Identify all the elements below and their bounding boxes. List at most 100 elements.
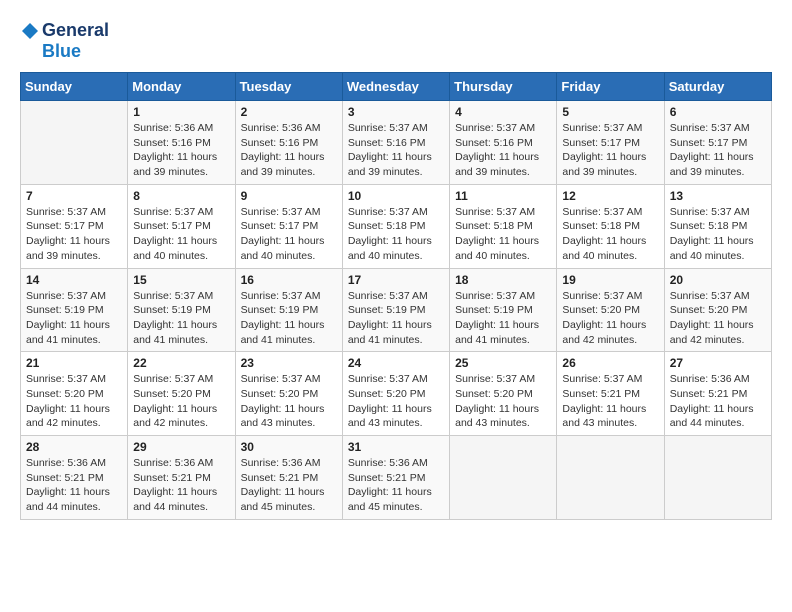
cell-content: Sunrise: 5:37 AM Sunset: 5:18 PM Dayligh… [455, 205, 551, 264]
cell-content: Sunrise: 5:36 AM Sunset: 5:16 PM Dayligh… [133, 121, 229, 180]
daylight-text: Daylight: 11 hours and 41 minutes. [348, 318, 444, 347]
daylight-text: Daylight: 11 hours and 41 minutes. [241, 318, 337, 347]
daylight-text: Daylight: 11 hours and 40 minutes. [133, 234, 229, 263]
daylight-text: Daylight: 11 hours and 44 minutes. [26, 485, 122, 514]
calendar-week-row: 28 Sunrise: 5:36 AM Sunset: 5:21 PM Dayl… [21, 436, 772, 520]
daylight-text: Daylight: 11 hours and 39 minutes. [670, 150, 766, 179]
sunset-text: Sunset: 5:20 PM [455, 387, 551, 402]
day-number: 24 [348, 356, 444, 370]
cell-content: Sunrise: 5:37 AM Sunset: 5:19 PM Dayligh… [133, 289, 229, 348]
sunset-text: Sunset: 5:21 PM [26, 471, 122, 486]
sunset-text: Sunset: 5:21 PM [133, 471, 229, 486]
day-number: 28 [26, 440, 122, 454]
daylight-text: Daylight: 11 hours and 39 minutes. [348, 150, 444, 179]
daylight-text: Daylight: 11 hours and 39 minutes. [562, 150, 658, 179]
logo: General Blue [20, 20, 109, 62]
sunset-text: Sunset: 5:20 PM [562, 303, 658, 318]
calendar-cell: 6 Sunrise: 5:37 AM Sunset: 5:17 PM Dayli… [664, 101, 771, 185]
sunset-text: Sunset: 5:18 PM [562, 219, 658, 234]
calendar-cell [21, 101, 128, 185]
sunrise-text: Sunrise: 5:37 AM [26, 289, 122, 304]
sunrise-text: Sunrise: 5:37 AM [348, 289, 444, 304]
sunset-text: Sunset: 5:21 PM [562, 387, 658, 402]
cell-content: Sunrise: 5:36 AM Sunset: 5:21 PM Dayligh… [26, 456, 122, 515]
calendar-cell: 16 Sunrise: 5:37 AM Sunset: 5:19 PM Dayl… [235, 268, 342, 352]
daylight-text: Daylight: 11 hours and 42 minutes. [562, 318, 658, 347]
day-number: 25 [455, 356, 551, 370]
cell-content: Sunrise: 5:37 AM Sunset: 5:17 PM Dayligh… [241, 205, 337, 264]
daylight-text: Daylight: 11 hours and 43 minutes. [241, 402, 337, 431]
sunrise-text: Sunrise: 5:37 AM [562, 121, 658, 136]
calendar-cell: 3 Sunrise: 5:37 AM Sunset: 5:16 PM Dayli… [342, 101, 449, 185]
sunrise-text: Sunrise: 5:36 AM [241, 456, 337, 471]
cell-content: Sunrise: 5:37 AM Sunset: 5:20 PM Dayligh… [133, 372, 229, 431]
logo-bird-icon [20, 21, 40, 41]
weekday-header-monday: Monday [128, 73, 235, 101]
day-number: 16 [241, 273, 337, 287]
sunset-text: Sunset: 5:19 PM [455, 303, 551, 318]
cell-content: Sunrise: 5:37 AM Sunset: 5:19 PM Dayligh… [241, 289, 337, 348]
weekday-header-row: SundayMondayTuesdayWednesdayThursdayFrid… [21, 73, 772, 101]
calendar-cell: 15 Sunrise: 5:37 AM Sunset: 5:19 PM Dayl… [128, 268, 235, 352]
day-number: 2 [241, 105, 337, 119]
sunset-text: Sunset: 5:16 PM [133, 136, 229, 151]
weekday-header-friday: Friday [557, 73, 664, 101]
daylight-text: Daylight: 11 hours and 41 minutes. [133, 318, 229, 347]
calendar-cell [664, 436, 771, 520]
calendar-cell: 11 Sunrise: 5:37 AM Sunset: 5:18 PM Dayl… [450, 184, 557, 268]
sunrise-text: Sunrise: 5:37 AM [670, 289, 766, 304]
calendar-cell: 23 Sunrise: 5:37 AM Sunset: 5:20 PM Dayl… [235, 352, 342, 436]
daylight-text: Daylight: 11 hours and 44 minutes. [133, 485, 229, 514]
daylight-text: Daylight: 11 hours and 43 minutes. [348, 402, 444, 431]
calendar-cell [557, 436, 664, 520]
day-number: 18 [455, 273, 551, 287]
calendar-cell: 29 Sunrise: 5:36 AM Sunset: 5:21 PM Dayl… [128, 436, 235, 520]
day-number: 15 [133, 273, 229, 287]
sunrise-text: Sunrise: 5:37 AM [562, 289, 658, 304]
cell-content: Sunrise: 5:37 AM Sunset: 5:17 PM Dayligh… [26, 205, 122, 264]
calendar-cell: 9 Sunrise: 5:37 AM Sunset: 5:17 PM Dayli… [235, 184, 342, 268]
day-number: 9 [241, 189, 337, 203]
weekday-header-tuesday: Tuesday [235, 73, 342, 101]
sunrise-text: Sunrise: 5:37 AM [133, 289, 229, 304]
sunrise-text: Sunrise: 5:37 AM [455, 372, 551, 387]
weekday-header-sunday: Sunday [21, 73, 128, 101]
day-number: 11 [455, 189, 551, 203]
sunset-text: Sunset: 5:21 PM [241, 471, 337, 486]
sunrise-text: Sunrise: 5:37 AM [133, 372, 229, 387]
cell-content: Sunrise: 5:37 AM Sunset: 5:19 PM Dayligh… [26, 289, 122, 348]
sunset-text: Sunset: 5:21 PM [670, 387, 766, 402]
calendar-cell: 31 Sunrise: 5:36 AM Sunset: 5:21 PM Dayl… [342, 436, 449, 520]
day-number: 31 [348, 440, 444, 454]
calendar-cell: 18 Sunrise: 5:37 AM Sunset: 5:19 PM Dayl… [450, 268, 557, 352]
sunset-text: Sunset: 5:17 PM [670, 136, 766, 151]
daylight-text: Daylight: 11 hours and 45 minutes. [348, 485, 444, 514]
daylight-text: Daylight: 11 hours and 42 minutes. [133, 402, 229, 431]
sunset-text: Sunset: 5:16 PM [348, 136, 444, 151]
sunrise-text: Sunrise: 5:37 AM [670, 205, 766, 220]
daylight-text: Daylight: 11 hours and 40 minutes. [562, 234, 658, 263]
daylight-text: Daylight: 11 hours and 39 minutes. [26, 234, 122, 263]
calendar-cell: 7 Sunrise: 5:37 AM Sunset: 5:17 PM Dayli… [21, 184, 128, 268]
daylight-text: Daylight: 11 hours and 41 minutes. [455, 318, 551, 347]
cell-content: Sunrise: 5:37 AM Sunset: 5:19 PM Dayligh… [455, 289, 551, 348]
sunrise-text: Sunrise: 5:36 AM [670, 372, 766, 387]
sunset-text: Sunset: 5:18 PM [670, 219, 766, 234]
day-number: 29 [133, 440, 229, 454]
cell-content: Sunrise: 5:37 AM Sunset: 5:16 PM Dayligh… [455, 121, 551, 180]
day-number: 12 [562, 189, 658, 203]
day-number: 6 [670, 105, 766, 119]
daylight-text: Daylight: 11 hours and 40 minutes. [348, 234, 444, 263]
sunset-text: Sunset: 5:20 PM [348, 387, 444, 402]
cell-content: Sunrise: 5:37 AM Sunset: 5:18 PM Dayligh… [348, 205, 444, 264]
sunset-text: Sunset: 5:19 PM [241, 303, 337, 318]
calendar-week-row: 14 Sunrise: 5:37 AM Sunset: 5:19 PM Dayl… [21, 268, 772, 352]
sunrise-text: Sunrise: 5:37 AM [241, 289, 337, 304]
sunset-text: Sunset: 5:17 PM [241, 219, 337, 234]
daylight-text: Daylight: 11 hours and 39 minutes. [241, 150, 337, 179]
cell-content: Sunrise: 5:37 AM Sunset: 5:20 PM Dayligh… [348, 372, 444, 431]
calendar-cell: 20 Sunrise: 5:37 AM Sunset: 5:20 PM Dayl… [664, 268, 771, 352]
page-header: General Blue [20, 20, 772, 62]
sunset-text: Sunset: 5:17 PM [133, 219, 229, 234]
weekday-header-thursday: Thursday [450, 73, 557, 101]
